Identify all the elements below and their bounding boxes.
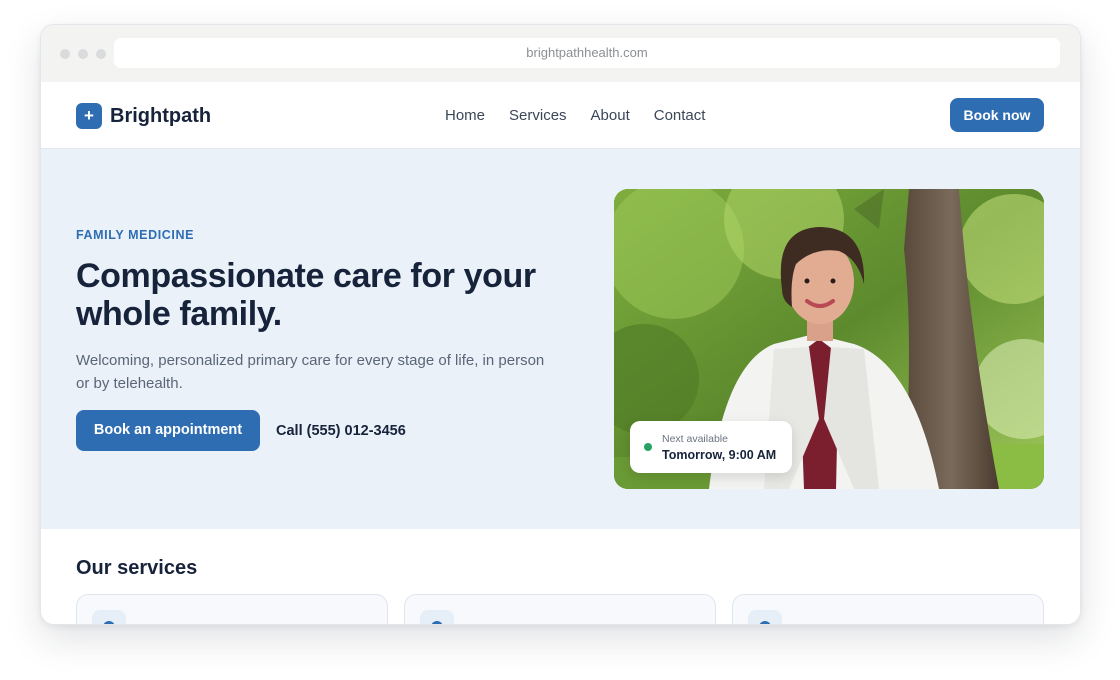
browser-window: brightpathhealth.com + Brightpath Home S… [40, 24, 1081, 625]
book-now-button[interactable]: Book now [950, 98, 1044, 132]
service-icon [748, 610, 782, 624]
services-section: Our services [41, 529, 1080, 624]
call-phone-link[interactable]: Call (555) 012-3456 [276, 421, 406, 441]
service-card[interactable] [732, 594, 1044, 624]
book-appointment-button[interactable]: Book an appointment [76, 410, 260, 451]
window-close-dot[interactable] [60, 49, 70, 59]
service-card[interactable] [404, 594, 716, 624]
hero-eyebrow: FAMILY MEDICINE [76, 228, 195, 242]
service-card[interactable] [76, 594, 388, 624]
nav-link-home[interactable]: Home [445, 106, 485, 126]
hero-subtitle: Welcoming, personalized primary care for… [76, 352, 545, 392]
service-icon [420, 610, 454, 624]
logo-text[interactable]: Brightpath [110, 102, 211, 130]
site-header: + Brightpath Home Services About Contact… [41, 82, 1080, 149]
next-available-label: Next available [662, 433, 728, 445]
hero-section: FAMILY MEDICINE Compassionate care for y… [41, 149, 1080, 529]
hero-headline: Compassionate care for your whole family… [76, 257, 536, 333]
logo-plus-icon[interactable]: + [76, 103, 102, 129]
next-available-card: Next available Tomorrow, 9:00 AM [630, 421, 792, 473]
services-heading: Our services [76, 557, 198, 579]
browser-chrome: brightpathhealth.com [41, 25, 1080, 82]
window-minimize-dot[interactable] [78, 49, 88, 59]
next-available-time: Tomorrow, 9:00 AM [662, 448, 777, 462]
main-nav: Home Services About Contact [445, 106, 705, 126]
nav-link-about[interactable]: About [591, 106, 630, 126]
availability-status-dot [644, 443, 652, 451]
address-bar[interactable]: brightpathhealth.com [114, 38, 1060, 68]
nav-link-services[interactable]: Services [509, 106, 567, 126]
service-icon [92, 610, 126, 624]
window-maximize-dot[interactable] [96, 49, 106, 59]
nav-link-contact[interactable]: Contact [654, 106, 706, 126]
doctor-photo: Next available Tomorrow, 9:00 AM [614, 189, 1044, 489]
